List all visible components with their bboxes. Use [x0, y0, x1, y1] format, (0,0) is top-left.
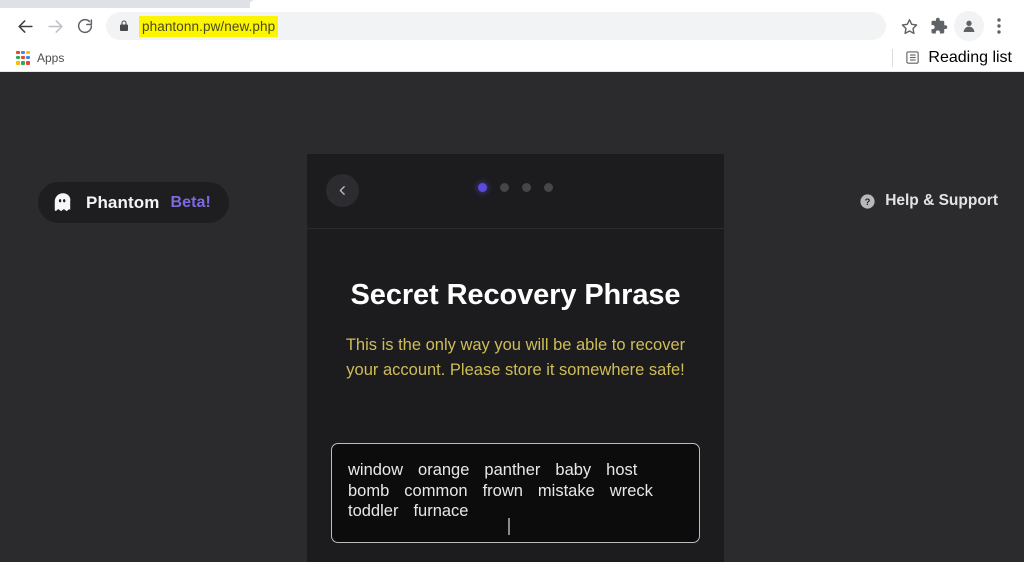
back-button[interactable]	[10, 11, 40, 41]
reload-button[interactable]	[70, 11, 100, 41]
url-display: phantonn.pw/new.php	[139, 15, 874, 37]
svg-text:?: ?	[865, 196, 871, 206]
seed-word: baby	[555, 461, 592, 479]
extensions-puzzle-icon	[931, 17, 948, 34]
reading-list-button[interactable]: Reading list	[892, 48, 1012, 67]
step-dot-4[interactable]	[544, 183, 553, 192]
step-indicator	[307, 183, 724, 192]
seed-word: frown	[482, 481, 523, 500]
phantom-brand[interactable]: Phantom Beta!	[38, 182, 229, 223]
warning-text: This is the only way you will be able to…	[345, 336, 686, 379]
lock-icon	[118, 19, 130, 33]
onboarding-modal: Secret Recovery Phrase This is the only …	[307, 154, 724, 562]
modal-body: Secret Recovery Phrase This is the only …	[307, 279, 724, 562]
browser-toolbar: phantonn.pw/new.php	[0, 8, 1024, 44]
seed-word: toddler	[348, 502, 399, 520]
reload-icon	[77, 18, 93, 34]
forward-button[interactable]	[40, 11, 70, 41]
bookmark-star-icon	[901, 18, 917, 34]
apps-grid-icon	[16, 50, 30, 65]
seed-word: orange	[418, 461, 470, 479]
url-text: phantonn.pw/new.php	[139, 15, 279, 37]
more-menu-icon	[997, 18, 1001, 34]
seed-word: host	[606, 461, 638, 479]
bookmark-apps-label: Apps	[37, 50, 65, 65]
arrow-left-icon	[17, 19, 33, 33]
step-dot-2[interactable]	[500, 183, 509, 192]
seed-word: furnace	[413, 502, 469, 520]
seed-phrase-words: window orange panther baby host bomb com…	[348, 460, 683, 522]
seed-word: window	[348, 461, 404, 479]
seed-word: common	[404, 481, 468, 500]
seed-word: panther	[484, 461, 541, 479]
page-title: Secret Recovery Phrase	[350, 279, 681, 311]
page-viewport: Phantom Beta! ? Help & Support Secret Re…	[0, 72, 1024, 562]
tab-strip	[0, 0, 1024, 8]
step-dot-3[interactable]	[522, 183, 531, 192]
ghost-icon	[54, 192, 71, 211]
arrow-right-icon	[47, 19, 63, 33]
reading-list-icon	[906, 51, 920, 64]
text-cursor	[508, 517, 510, 535]
help-support-link[interactable]: ? Help & Support	[859, 192, 998, 210]
reading-list-label: Reading list	[928, 48, 1012, 66]
more-menu-button[interactable]	[984, 11, 1014, 41]
bookmark-star-button[interactable]	[894, 11, 924, 41]
profile-avatar-icon	[963, 20, 975, 32]
address-bar[interactable]: phantonn.pw/new.php	[106, 12, 886, 40]
seed-phrase-box[interactable]: window orange panther baby host bomb com…	[331, 443, 700, 543]
bookmarks-bar: Apps Reading list	[0, 44, 1024, 72]
phantom-beta-tag: Beta!	[170, 193, 211, 211]
seed-word: bomb	[348, 481, 390, 500]
seed-word: mistake	[537, 481, 595, 500]
browser-window: phantonn.pw/new.php Apps Reading list Ph…	[0, 0, 1024, 562]
seed-word: wreck	[609, 481, 653, 500]
modal-header	[307, 154, 724, 229]
extensions-button[interactable]	[924, 11, 954, 41]
profile-button[interactable]	[954, 11, 984, 41]
question-circle-icon: ?	[860, 193, 875, 209]
active-tab[interactable]	[240, 0, 1024, 8]
step-dot-1[interactable]	[478, 183, 487, 192]
help-support-label: Help & Support	[885, 192, 998, 209]
phantom-name: Phantom	[86, 192, 160, 212]
bookmark-apps[interactable]: Apps	[12, 49, 68, 67]
